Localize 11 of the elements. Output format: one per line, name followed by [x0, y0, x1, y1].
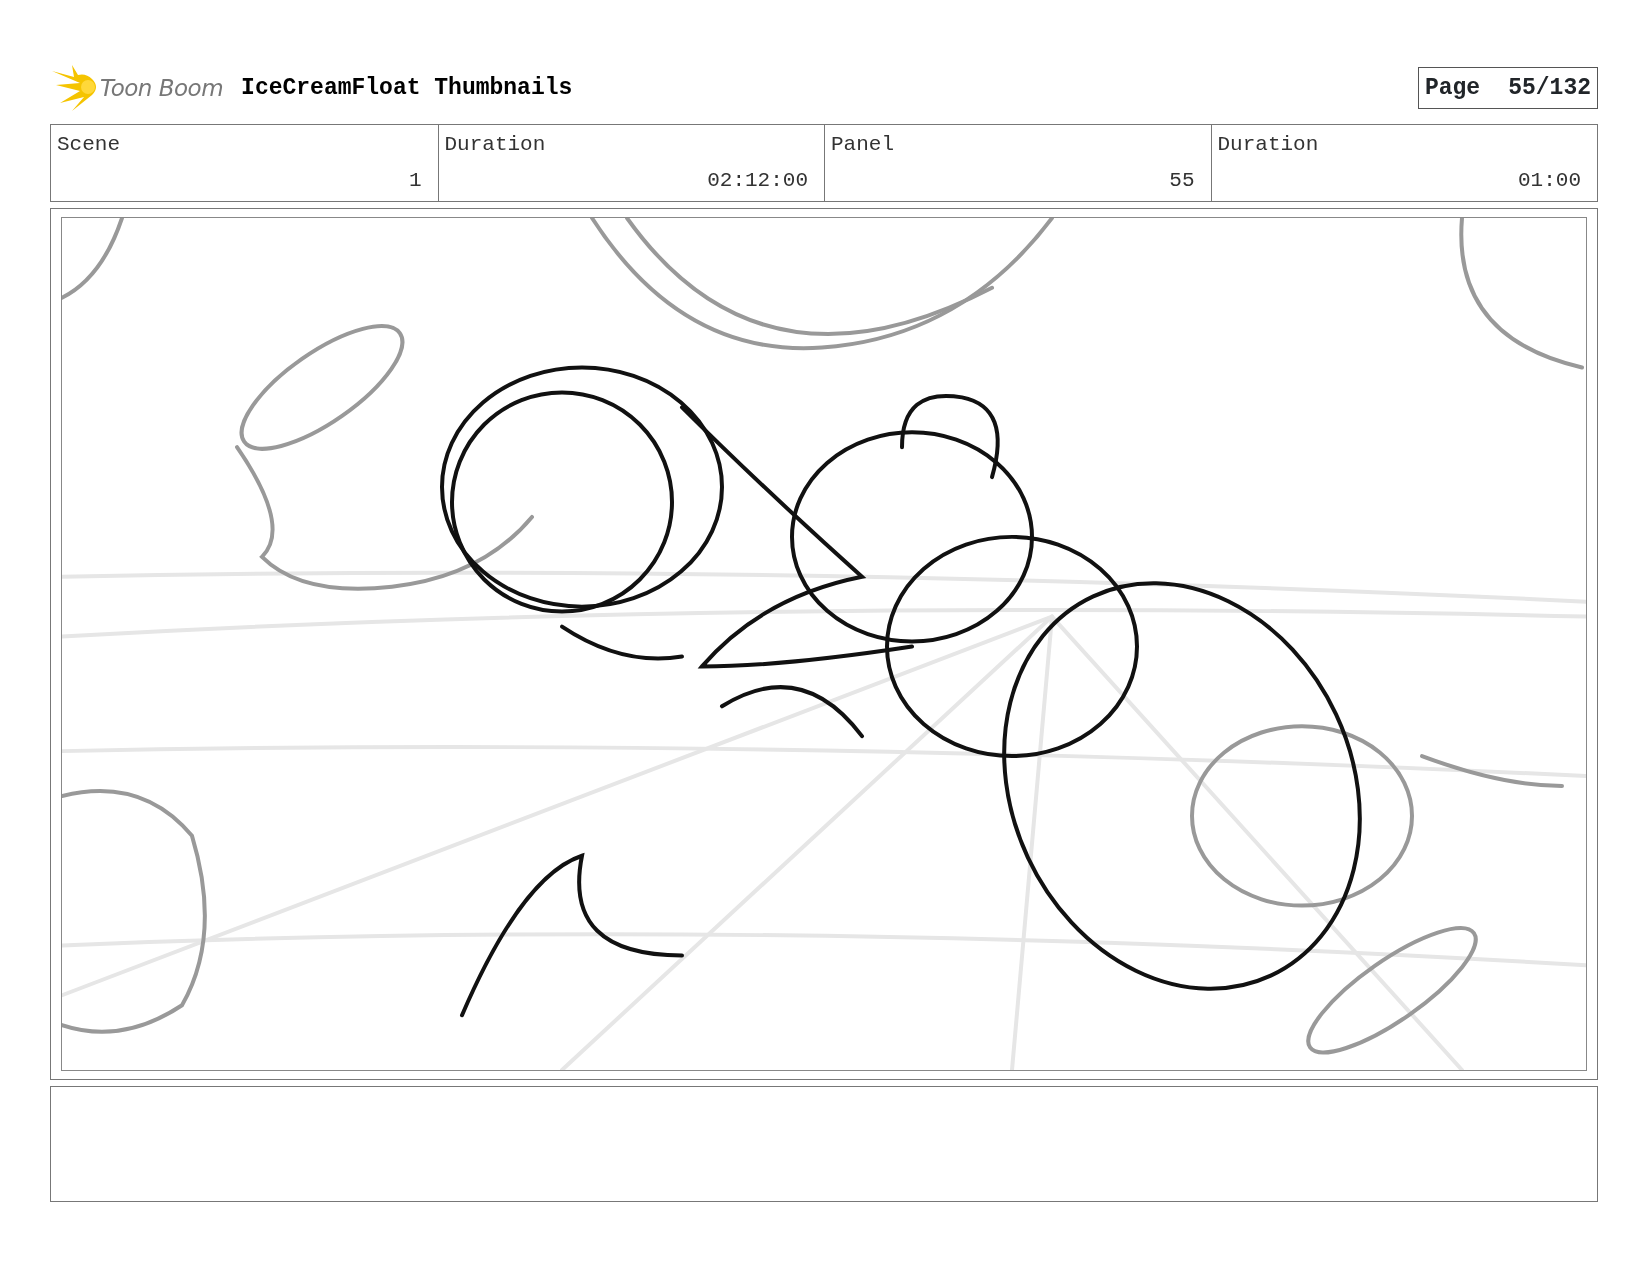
- field-label: Panel: [831, 132, 895, 158]
- logo-text: Toon Boom: [100, 73, 224, 103]
- field-label: Duration: [444, 132, 547, 158]
- field-value: 55: [1168, 167, 1195, 194]
- field-value: 02:12:00: [706, 167, 808, 194]
- field-value: 1: [407, 167, 422, 194]
- field-label: Duration: [1217, 132, 1320, 158]
- field-value: 01:00: [1517, 167, 1581, 194]
- document-title: IceCreamFloat Thumbnails: [241, 73, 573, 103]
- page-counter: Page 55/132: [1417, 66, 1598, 110]
- field-label: Scene: [57, 132, 121, 158]
